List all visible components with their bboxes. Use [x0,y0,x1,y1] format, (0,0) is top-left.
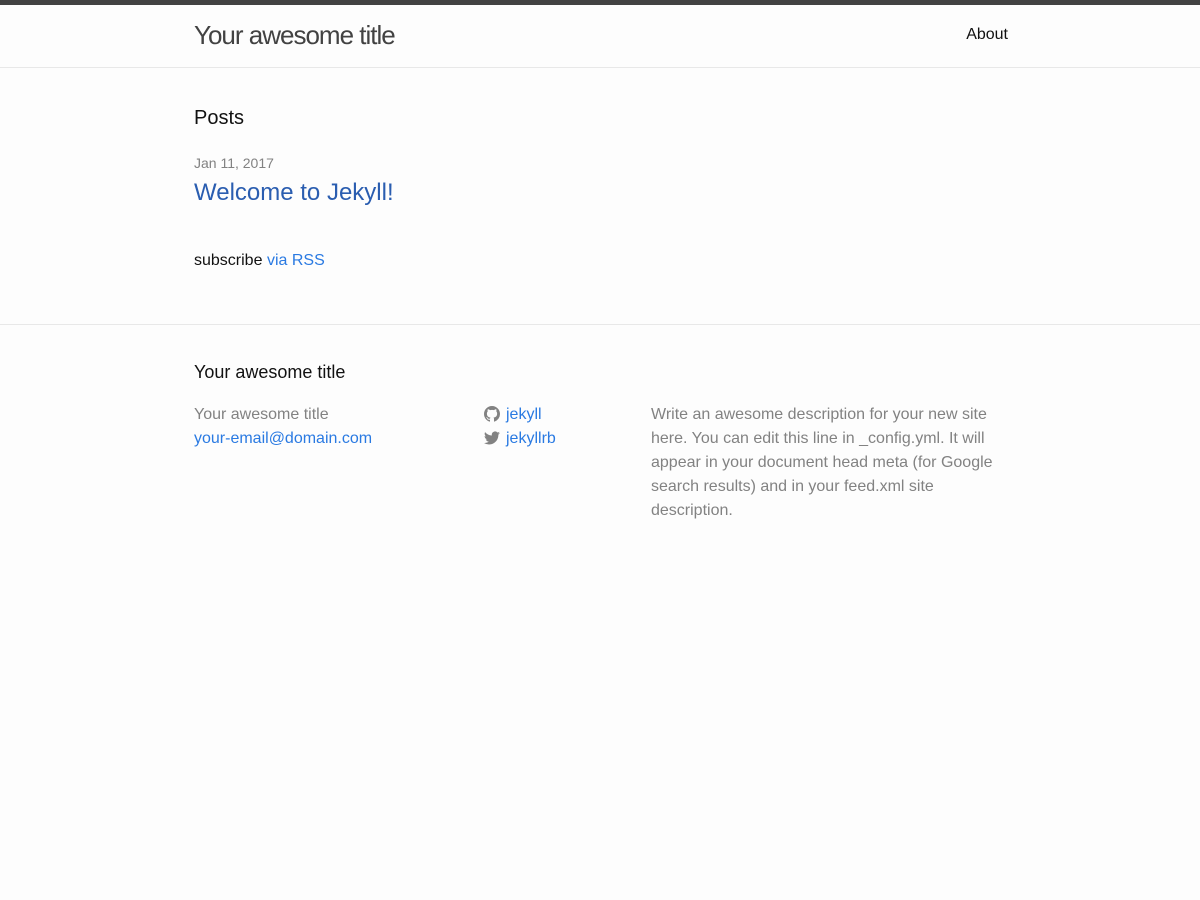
github-icon [484,406,500,422]
rss-subscribe: subscribe via RSS [194,249,325,273]
rss-prefix: subscribe [194,252,263,269]
footer-email-link[interactable]: your-email@domain.com [194,430,372,447]
footer-contact-name: Your awesome title [194,406,329,423]
post-title-link[interactable]: Welcome to Jekyll! [194,177,394,209]
page-content: Posts Jan 11, 2017 Welcome to Jekyll! su… [0,68,1200,324]
github-link[interactable]: jekyll [484,403,634,427]
nav-about-link[interactable]: About [966,23,1008,47]
posts-heading: Posts [194,107,245,129]
footer-heading: Your awesome title [194,362,346,382]
post-date: Jan 11, 2017 [194,155,274,171]
github-username: jekyll [506,406,542,423]
rss-link[interactable]: via RSS [267,252,325,269]
twitter-link[interactable]: jekyllrb [484,427,634,451]
footer-contact-column: Your awesome title your-email@domain.com [194,403,464,451]
site-header: Your awesome title About [0,5,1200,68]
site-footer: Your awesome title Your awesome title yo… [0,324,1200,625]
twitter-icon [484,430,500,446]
site-title-link[interactable]: Your awesome title [194,17,396,53]
footer-social-column: jekyll jekyllrb [484,403,634,451]
twitter-username: jekyllrb [506,430,556,447]
footer-description: Write an awesome description for your ne… [651,406,993,519]
